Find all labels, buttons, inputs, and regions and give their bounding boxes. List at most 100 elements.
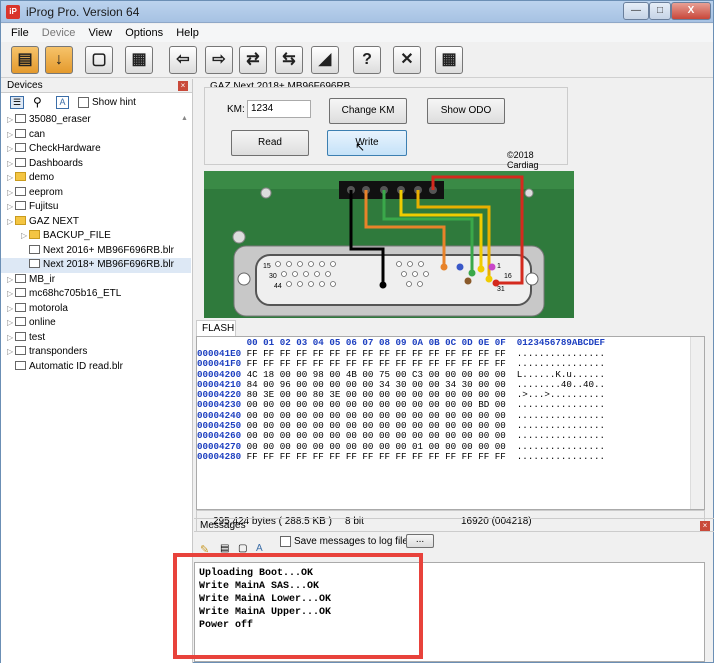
change-km-button[interactable]: Change KM: [329, 98, 407, 124]
open-folder-icon[interactable]: ▤: [11, 46, 39, 74]
close-window-button[interactable]: X: [671, 2, 711, 20]
save-icon[interactable]: ↓: [45, 46, 73, 74]
expand-arrow-icon[interactable]: ▷: [7, 316, 15, 331]
hex-editor[interactable]: 00 01 02 03 04 05 06 07 08 09 0A 0B 0C 0…: [196, 336, 705, 510]
tree-item-label: BACKUP_FILE: [43, 230, 111, 241]
menu-file[interactable]: File: [11, 24, 29, 42]
chip-icon[interactable]: ▦: [125, 46, 153, 74]
expand-arrow-icon[interactable]: ▷: [7, 128, 15, 143]
tree-item[interactable]: ▷ Dashboards: [1, 157, 191, 172]
tree-item[interactable]: Automatic ID read.blr: [1, 360, 191, 375]
blank-page-icon[interactable]: ▢: [85, 46, 113, 74]
toolbar: ▤ ↓ ▢ ▦ ⇦ ⇨ ⇄ ⇆ ◢? ✕ ▦: [1, 42, 713, 78]
title-bar[interactable]: iP iProg Pro. Version 64 — □ X: [1, 1, 713, 23]
mouse-cursor-icon: ↖: [355, 140, 366, 154]
expand-arrow-icon[interactable]: ▷: [7, 157, 15, 172]
expand-arrow-icon[interactable]: ▷: [7, 186, 15, 201]
folder-open-icon: [15, 215, 26, 225]
show-hint-label: Show hint: [92, 97, 136, 108]
menu-options[interactable]: Options: [125, 24, 163, 42]
expand-arrow-icon[interactable]: ▷: [7, 345, 15, 360]
devices-toolbar: ☰ ⚲ A Show hint: [1, 93, 192, 113]
tree-item[interactable]: ▷ transponders: [1, 345, 191, 360]
search-icon[interactable]: ⚲: [33, 95, 42, 109]
save-log-checkbox[interactable]: [280, 536, 291, 547]
radio-icon: [15, 346, 26, 355]
chip-icon: [15, 288, 26, 297]
tree-item[interactable]: ▷ MB_ir: [1, 273, 191, 288]
expand-arrow-icon[interactable]: ▷: [7, 287, 15, 302]
tree-item[interactable]: ▷ can: [1, 128, 191, 143]
close-x-icon[interactable]: ✕: [393, 46, 421, 74]
tree-item[interactable]: Next 2018+ MB96F696RB.blr: [1, 258, 191, 273]
tree-item[interactable]: ▷ 35080_eraser: [1, 113, 191, 128]
chip-icon: [15, 186, 26, 196]
tree-item-label: GAZ NEXT: [29, 215, 80, 227]
minimize-button[interactable]: —: [623, 2, 649, 20]
expand-arrow-icon[interactable]: ▷: [7, 142, 15, 157]
tree-item[interactable]: ▷ Fujitsu: [1, 200, 191, 215]
tree-view-icon[interactable]: ☰: [10, 96, 24, 109]
tree-item[interactable]: ▷ online: [1, 316, 191, 331]
device-controls-box: KM: 1234 Change KM Show ODO Read Write ↖…: [204, 87, 568, 170]
maximize-button[interactable]: □: [649, 2, 671, 20]
expand-arrow-icon[interactable]: ▷: [7, 171, 15, 186]
menu-view[interactable]: View: [88, 24, 112, 42]
km-input[interactable]: 1234: [247, 100, 311, 118]
pin-label-30: 30: [269, 273, 277, 280]
compare-icon[interactable]: ⇄: [239, 46, 267, 74]
show-odo-button[interactable]: Show ODO: [427, 98, 505, 124]
close-icon[interactable]: ×: [700, 521, 710, 531]
hex-bytes: FF FF FF FF FF FF FF FF FF FF FF FF FF F…: [246, 450, 506, 462]
tree-item-label: Next 2016+ MB96F696RB.blr: [43, 244, 174, 256]
tree-item-label: can: [29, 128, 46, 140]
tree-item[interactable]: ▷ test: [1, 331, 191, 346]
pcb-wiring-svg: 15 30 44 1 16 31: [204, 171, 574, 318]
hex-row[interactable]: 00004280 FF FF FF FF FF FF FF FF FF FF F…: [197, 450, 704, 462]
save-log-label: Save messages to log file: [294, 536, 408, 547]
tree-item[interactable]: ▷ eeprom: [1, 186, 191, 201]
font-icon[interactable]: A: [56, 96, 69, 109]
tree-item[interactable]: ▷ CheckHardware: [1, 142, 191, 157]
hex-rows: 000041E0 FF FF FF FF FF FF FF FF FF FF F…: [197, 348, 704, 462]
browse-log-button[interactable]: ...: [406, 534, 434, 548]
hex-address: 00004280: [197, 450, 242, 462]
tree-item[interactable]: ▷ motorola: [1, 302, 191, 317]
verify-icon[interactable]: ⇆: [275, 46, 303, 74]
help-icon[interactable]: ?: [353, 46, 381, 74]
expand-arrow-icon[interactable]: ▷: [21, 229, 29, 244]
pin-label-31: 31: [497, 286, 505, 293]
app-window: iP iProg Pro. Version 64 — □ X File Devi…: [0, 0, 714, 663]
menu-device[interactable]: Device: [42, 24, 76, 42]
expand-arrow-icon[interactable]: ▷: [7, 200, 15, 215]
close-icon[interactable]: ×: [178, 81, 188, 91]
expand-arrow-icon[interactable]: ▷: [7, 331, 15, 346]
show-hint-checkbox[interactable]: [78, 97, 89, 108]
tree-item-label: Next 2018+ MB96F696RB.blr: [43, 259, 174, 270]
tree-item[interactable]: ▷ GAZ NEXT: [1, 215, 191, 230]
pin-label-15: 15: [263, 263, 271, 270]
expand-arrow-icon[interactable]: ▷: [7, 113, 15, 128]
tree-item[interactable]: ▷ mc68hc705b16_ETL: [1, 287, 191, 302]
chip-icon: [15, 114, 26, 123]
hex-scrollbar[interactable]: [690, 337, 704, 509]
file-icon: [15, 360, 26, 370]
write-arrow-icon[interactable]: ⇨: [205, 46, 233, 74]
read-button[interactable]: Read: [231, 130, 309, 156]
tree-item-label: CheckHardware: [29, 143, 101, 154]
tree-item[interactable]: Next 2016+ MB96F696RB.blr: [1, 244, 191, 259]
read-arrow-icon[interactable]: ⇦: [169, 46, 197, 74]
menu-help[interactable]: Help: [176, 24, 199, 42]
tree-item[interactable]: ▷ demo: [1, 171, 191, 186]
hex-ascii: ................: [516, 450, 606, 462]
expand-arrow-icon[interactable]: ▷: [7, 302, 15, 317]
calculator-icon[interactable]: ▦: [435, 46, 463, 74]
tree-item[interactable]: ▷ BACKUP_FILE: [1, 229, 191, 244]
tree-item-label: eeprom: [29, 186, 63, 198]
write-button[interactable]: Write: [327, 130, 407, 156]
expand-arrow-icon[interactable]: ▷: [7, 215, 15, 230]
tab-flash[interactable]: FLASH: [196, 320, 236, 336]
tree-item-label: motorola: [29, 302, 68, 314]
expand-arrow-icon[interactable]: ▷: [7, 273, 15, 288]
device-check-icon[interactable]: ◢: [311, 46, 339, 74]
